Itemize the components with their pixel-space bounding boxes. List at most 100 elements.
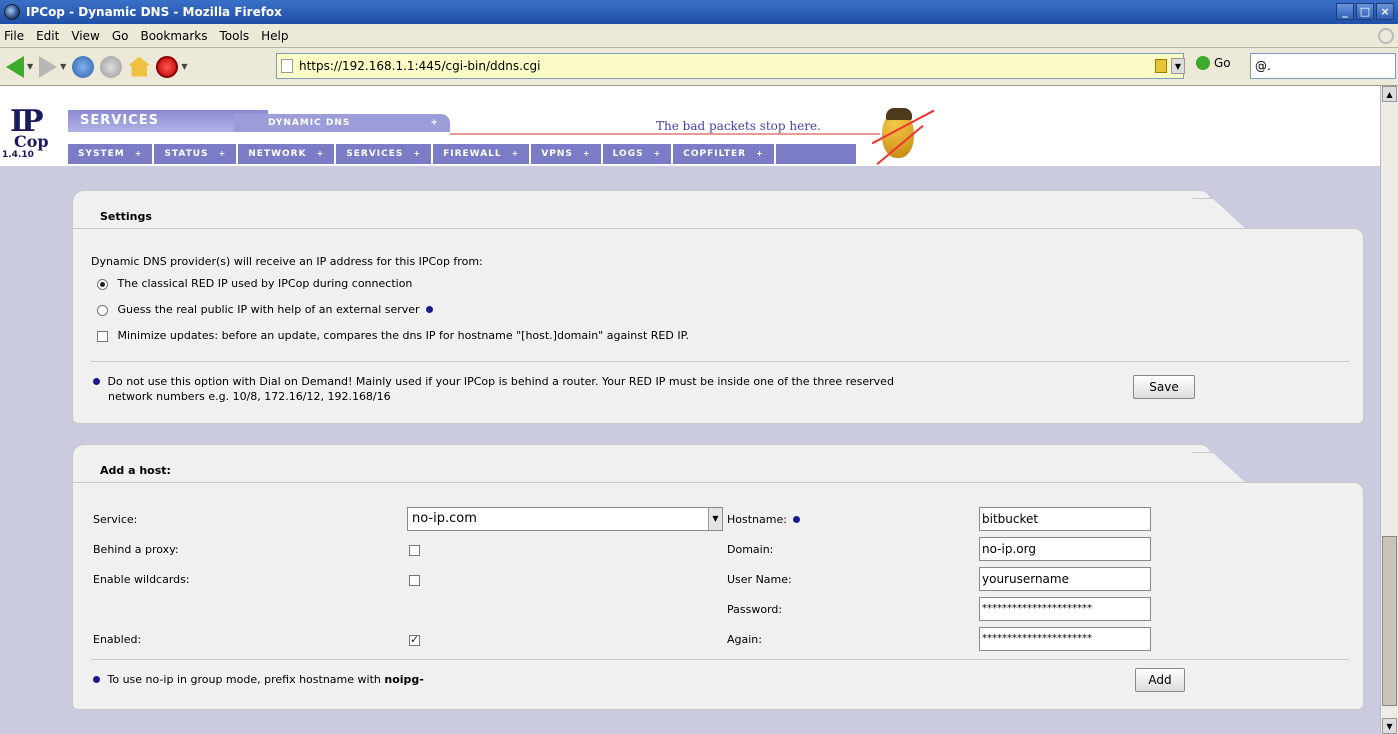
option-external-label: Guess the real public IP with help of an… — [117, 303, 420, 316]
hostname-label-row: Hostname: — [727, 513, 801, 526]
add-host-divider — [91, 659, 1349, 660]
url-text: https://192.168.1.1:445/cgi-bin/ddns.cgi — [299, 59, 541, 73]
nav-label: VPNS — [541, 149, 573, 159]
subpage-tab[interactable]: DYNAMIC DNS + — [234, 114, 450, 132]
menu-bar: File Edit View Go Bookmarks Tools Help — [0, 24, 1398, 48]
menu-go[interactable]: Go — [112, 29, 129, 43]
option-red-label: The classical RED IP used by IPCop durin… — [117, 277, 413, 290]
minimize-row: Minimize updates: before an update, comp… — [97, 329, 689, 342]
throbber-icon — [1378, 28, 1394, 44]
nav-system[interactable]: SYSTEM + — [68, 144, 155, 164]
nav-network[interactable]: NETWORK + — [238, 144, 337, 164]
forward-button[interactable]: ▼ — [39, 55, 66, 78]
nav-logs[interactable]: LOGS + — [603, 144, 674, 164]
save-button[interactable]: Save — [1133, 375, 1195, 399]
close-button[interactable]: × — [1376, 3, 1394, 20]
note-line-1: Do not use this option with Dial on Dema… — [107, 375, 894, 388]
add-host-note: To use no-ip in group mode, prefix hostn… — [93, 673, 424, 686]
menu-help[interactable]: Help — [261, 29, 288, 43]
subpage-label: DYNAMIC DNS — [268, 118, 351, 128]
url-bar[interactable]: https://192.168.1.1:445/cgi-bin/ddns.cgi… — [276, 53, 1185, 79]
url-dropdown-button[interactable]: ▼ — [1171, 58, 1185, 74]
username-label: User Name: — [727, 573, 792, 586]
chevron-down-icon: + — [218, 149, 227, 158]
nav-copfilter[interactable]: COPFILTER + — [673, 144, 776, 164]
enabled-label: Enabled: — [93, 633, 142, 646]
navigation-toolbar: ▼ ▼ ▼ https://192.168.1.1:445/cgi-bin/dd… — [0, 48, 1398, 86]
ipcop-header: IP Cop 1.4.10 SERVICES DYNAMIC DNS + The … — [0, 86, 1380, 166]
settings-body: Dynamic DNS provider(s) will receive an … — [72, 228, 1364, 424]
menu-bookmarks[interactable]: Bookmarks — [140, 29, 207, 43]
search-input[interactable]: @. — [1250, 53, 1396, 79]
wildcards-label: Enable wildcards: — [93, 573, 190, 586]
chevron-down-icon: + — [756, 149, 764, 158]
note-line-2: network numbers e.g. 10/8, 172.16/12, 19… — [108, 390, 391, 403]
proxy-label: Behind a proxy: — [93, 543, 179, 556]
again-input[interactable]: ********************** — [979, 627, 1151, 651]
go-icon — [1196, 56, 1210, 70]
back-button[interactable]: ▼ — [6, 55, 33, 78]
username-input[interactable]: yourusername — [979, 567, 1151, 591]
lock-icon[interactable] — [1155, 59, 1167, 73]
domain-input[interactable]: no-ip.org — [979, 537, 1151, 561]
info-bullet-icon — [93, 378, 100, 385]
wildcards-checkbox[interactable] — [409, 575, 420, 586]
chevron-down-icon: + — [316, 149, 325, 158]
service-select[interactable]: no-ip.com ▼ — [407, 507, 723, 531]
ipcop-mascot-icon — [868, 104, 935, 166]
hostname-label: Hostname: — [727, 513, 787, 526]
nav-label: STATUS — [164, 149, 209, 159]
note-text: To use no-ip in group mode, prefix hostn… — [107, 673, 381, 686]
password-label: Password: — [727, 603, 783, 616]
enabled-checkbox[interactable] — [409, 633, 420, 646]
maximize-button[interactable]: □ — [1356, 3, 1374, 20]
add-host-panel: Add a host: Service: no-ip.com ▼ Hostnam… — [72, 444, 1364, 734]
scroll-up-button[interactable]: ▲ — [1382, 86, 1397, 102]
header-divider — [450, 133, 880, 135]
vertical-scrollbar[interactable]: ▲ ▼ — [1380, 86, 1398, 734]
password-input[interactable]: ********************** — [979, 597, 1151, 621]
menu-file[interactable]: File — [4, 29, 24, 43]
home-button[interactable] — [128, 56, 151, 77]
menu-edit[interactable]: Edit — [36, 29, 59, 43]
note-bold: noipg- — [384, 673, 424, 686]
nav-status[interactable]: STATUS + — [154, 144, 239, 164]
scroll-thumb[interactable] — [1382, 536, 1397, 706]
menu-view[interactable]: View — [71, 29, 99, 43]
version-label: 1.4.10 — [2, 150, 34, 160]
window-titlebar: IPCop - Dynamic DNS - Mozilla Firefox _ … — [0, 0, 1398, 24]
search-engine-icon: @. — [1255, 59, 1271, 73]
slogan: The bad packets stop here. — [656, 119, 821, 133]
minimize-button[interactable]: _ — [1336, 3, 1354, 20]
nav-services[interactable]: SERVICES + — [336, 144, 434, 164]
go-button[interactable]: Go — [1196, 56, 1231, 70]
menu-tools[interactable]: Tools — [220, 29, 250, 43]
page-content: IP Cop 1.4.10 SERVICES DYNAMIC DNS + The … — [0, 86, 1380, 734]
add-button[interactable]: Add — [1135, 668, 1185, 692]
adblock-button[interactable]: ▼ — [156, 55, 187, 78]
option-external-radio[interactable] — [97, 304, 108, 316]
settings-intro: Dynamic DNS provider(s) will receive an … — [91, 255, 483, 268]
chevron-down-icon: + — [413, 149, 422, 158]
forward-arrow-icon — [39, 55, 58, 78]
minimize-checkbox[interactable] — [97, 330, 108, 342]
go-label: Go — [1214, 56, 1231, 70]
domain-label: Domain: — [727, 543, 774, 556]
proxy-checkbox[interactable] — [409, 545, 420, 556]
nav-firewall[interactable]: FIREWALL + — [433, 144, 532, 164]
stop-button[interactable] — [100, 55, 123, 78]
reload-button[interactable] — [72, 55, 95, 78]
adblock-icon — [156, 55, 179, 78]
info-bullet-icon — [93, 676, 100, 683]
stop-icon — [100, 55, 123, 78]
again-label: Again: — [727, 633, 762, 646]
nav-vpns[interactable]: VPNS + — [531, 144, 603, 164]
nav-label: SYSTEM — [78, 149, 125, 159]
scroll-down-button[interactable]: ▼ — [1382, 718, 1397, 734]
main-nav: SYSTEM + STATUS + NETWORK + SERVICES + FIREW… — [68, 144, 856, 164]
chevron-down-icon: + — [134, 149, 143, 158]
service-value: no-ip.com — [412, 511, 477, 526]
hostname-input[interactable]: bitbucket — [979, 507, 1151, 531]
add-host-body: Service: no-ip.com ▼ Hostname: bitbucket… — [72, 482, 1364, 710]
option-red-radio[interactable] — [97, 278, 108, 290]
